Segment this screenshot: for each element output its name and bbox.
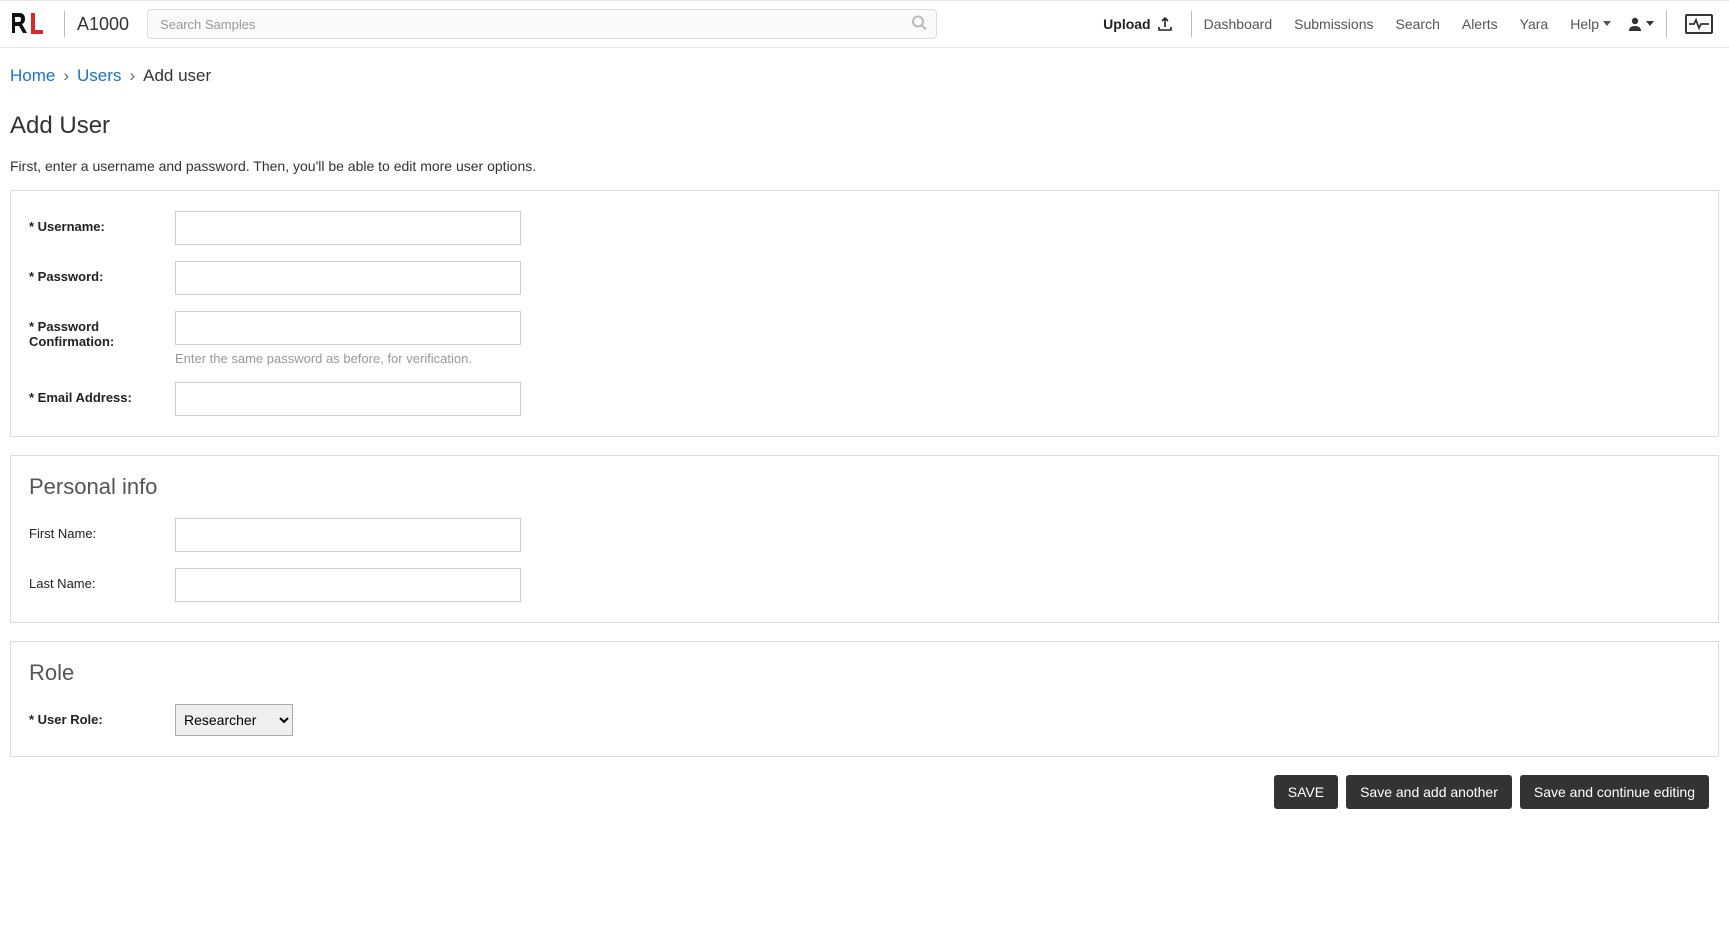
breadcrumb-sep: › <box>129 66 135 86</box>
nav-alerts[interactable]: Alerts <box>1462 16 1498 32</box>
chevron-down-icon <box>1646 21 1654 27</box>
credentials-section: * Username: * Password: * Password Confi… <box>10 190 1719 437</box>
action-bar: SAVE Save and add another Save and conti… <box>10 775 1719 809</box>
role-section: Role * User Role: Researcher <box>10 641 1719 757</box>
nav-search[interactable]: Search <box>1396 16 1440 32</box>
save-continue-button[interactable]: Save and continue editing <box>1520 775 1709 809</box>
nav-submissions[interactable]: Submissions <box>1294 16 1373 32</box>
breadcrumb-sep: › <box>63 66 69 86</box>
topbar-right: Upload Dashboard Submissions Search Aler… <box>1097 11 1719 37</box>
first-name-label: First Name: <box>29 518 175 541</box>
last-name-row: Last Name: <box>29 568 1700 602</box>
first-name-row: First Name: <box>29 518 1700 552</box>
topbar: A1000 Upload Dashboard Submissions Searc… <box>0 0 1729 48</box>
divider <box>1191 11 1192 37</box>
user-menu[interactable] <box>1627 16 1654 32</box>
role-title: Role <box>29 660 1700 686</box>
password-input[interactable] <box>175 261 521 295</box>
personal-info-section: Personal info First Name: Last Name: <box>10 455 1719 623</box>
password-confirm-row: * Password Confirmation: Enter the same … <box>29 311 1700 366</box>
chevron-down-icon <box>1603 21 1611 27</box>
user-role-select[interactable]: Researcher <box>175 704 293 736</box>
page-title: Add User <box>10 112 1719 140</box>
password-confirm-help: Enter the same password as before, for v… <box>175 351 521 366</box>
nav-links: Dashboard Submissions Search Alerts Yara… <box>1204 16 1611 32</box>
page-description: First, enter a username and password. Th… <box>10 158 1719 174</box>
nav-yara[interactable]: Yara <box>1520 16 1549 32</box>
password-label: * Password: <box>29 261 175 284</box>
last-name-label: Last Name: <box>29 568 175 591</box>
save-button[interactable]: SAVE <box>1274 775 1338 809</box>
app-name: A1000 <box>77 14 129 35</box>
search-icon[interactable] <box>911 15 927 34</box>
logo[interactable] <box>10 11 52 37</box>
save-add-another-button[interactable]: Save and add another <box>1346 775 1512 809</box>
password-row: * Password: <box>29 261 1700 295</box>
first-name-input[interactable] <box>175 518 521 552</box>
divider <box>64 11 65 37</box>
upload-icon <box>1157 16 1173 32</box>
password-confirm-input[interactable] <box>175 311 521 345</box>
breadcrumb-current: Add user <box>143 66 211 86</box>
breadcrumb-home[interactable]: Home <box>10 66 55 86</box>
personal-info-title: Personal info <box>29 474 1700 500</box>
nav-dashboard[interactable]: Dashboard <box>1204 16 1273 32</box>
email-input[interactable] <box>175 382 521 416</box>
nav-help[interactable]: Help <box>1570 16 1611 32</box>
breadcrumb: Home › Users › Add user <box>10 66 1719 86</box>
user-role-label: * User Role: <box>29 704 175 727</box>
nav-help-label: Help <box>1570 16 1599 32</box>
user-icon <box>1627 16 1643 32</box>
email-label: * Email Address: <box>29 382 175 405</box>
username-row: * Username: <box>29 211 1700 245</box>
activity-monitor-icon[interactable] <box>1685 14 1713 34</box>
breadcrumb-users[interactable]: Users <box>77 66 121 86</box>
upload-label: Upload <box>1103 16 1150 32</box>
upload-button[interactable]: Upload <box>1097 16 1178 32</box>
page-body: Home › Users › Add user Add User First, … <box>0 48 1729 819</box>
email-row: * Email Address: <box>29 382 1700 416</box>
search-wrap <box>147 9 937 39</box>
username-input[interactable] <box>175 211 521 245</box>
search-input[interactable] <box>147 9 937 39</box>
username-label: * Username: <box>29 211 175 234</box>
divider <box>1666 11 1667 37</box>
user-role-row: * User Role: Researcher <box>29 704 1700 736</box>
last-name-input[interactable] <box>175 568 521 602</box>
password-confirm-label: * Password Confirmation: <box>29 311 175 349</box>
